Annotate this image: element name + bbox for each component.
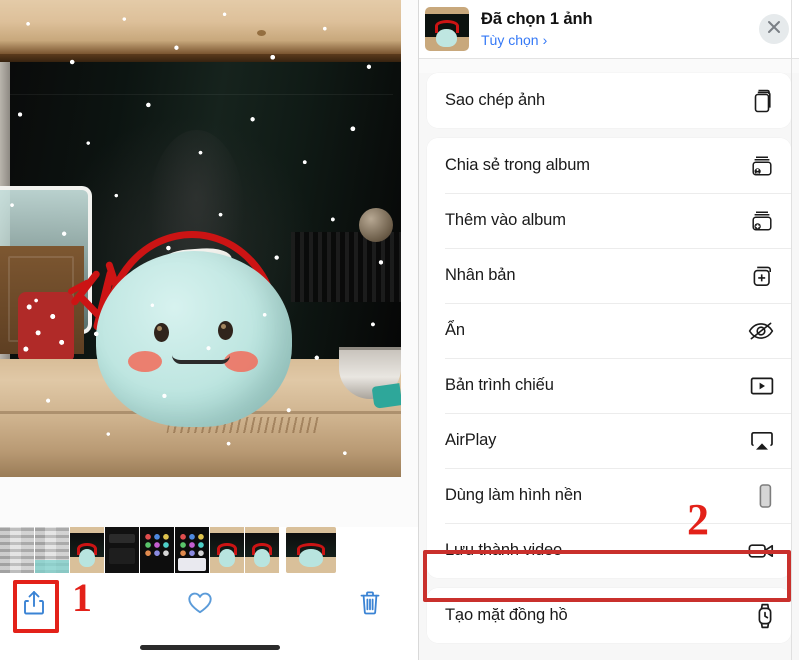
trash-icon — [359, 590, 381, 621]
heart-icon — [187, 591, 213, 620]
sheet-title-group: Đã chọn 1 ảnh Tùy chọn › — [481, 10, 759, 48]
menu-item-use-as-wallpaper[interactable]: Dùng làm hình nền — [427, 468, 791, 523]
share-icon — [22, 589, 46, 622]
plush-toy — [96, 251, 292, 427]
wallpaper-phone-icon — [745, 482, 775, 510]
list-item[interactable] — [175, 527, 209, 573]
photo-toolbar — [0, 575, 419, 660]
screen-root: 1 Đã chọn 1 ảnh Tùy chọn › Sao chép ảnh … — [0, 0, 799, 660]
plush-eye-left — [154, 323, 169, 342]
list-item-selected[interactable] — [286, 527, 336, 573]
menu-item-label: Sao chép ảnh — [445, 91, 546, 109]
right-edge-divider — [791, 0, 792, 660]
sheet-title: Đã chọn 1 ảnh — [481, 10, 593, 28]
list-item[interactable] — [210, 527, 244, 573]
copy-icon — [745, 88, 775, 114]
share-sheet-body[interactable]: Sao chép ảnh Chia sẻ trong album Thêm và… — [419, 73, 799, 660]
teal-object — [371, 383, 401, 409]
menu-item-share-in-album[interactable]: Chia sẻ trong album — [427, 138, 791, 193]
options-label: Tùy chọn — [481, 32, 539, 48]
menu-item-label: Tạo mặt đồng hồ — [445, 606, 568, 624]
list-item[interactable] — [35, 527, 69, 573]
share-button[interactable] — [12, 583, 56, 627]
background-knob — [359, 208, 393, 242]
menu-item-label: Bản trình chiếu — [445, 376, 554, 394]
menu-item-label: Ẩn — [445, 321, 465, 339]
chevron-right-icon: › — [542, 32, 548, 48]
annotation-step-1: 1 — [72, 575, 92, 620]
selected-photo-thumbnail[interactable] — [425, 7, 469, 51]
options-link[interactable]: Tùy chọn › — [481, 32, 759, 48]
plush-cheek-left — [128, 351, 162, 372]
menu-section-2: Chia sẻ trong album Thêm vào album Nhân … — [427, 138, 791, 578]
home-indicator — [139, 645, 280, 650]
menu-item-label: AirPlay — [445, 431, 497, 449]
menu-item-create-watch-face[interactable]: Tạo mặt đồng hồ — [427, 588, 791, 643]
background-grille — [291, 232, 401, 302]
menu-item-label: Thêm vào album — [445, 211, 566, 229]
photo-viewer-pane: 1 — [0, 0, 419, 660]
menu-item-label: Nhân bản — [445, 266, 516, 284]
list-item[interactable] — [245, 527, 279, 573]
airplay-icon — [745, 430, 775, 452]
duplicate-icon — [745, 264, 775, 288]
plush-mouth — [172, 355, 230, 364]
watch-face-icon — [745, 602, 775, 630]
list-item[interactable] — [70, 527, 104, 573]
photo-image[interactable] — [0, 0, 401, 477]
menu-section-3: Tạo mặt đồng hồ — [427, 588, 791, 643]
menu-item-label: Chia sẻ trong album — [445, 156, 590, 174]
menu-item-duplicate[interactable]: Nhân bản — [427, 248, 791, 303]
share-sheet-header: Đã chọn 1 ảnh Tùy chọn › — [419, 0, 799, 58]
list-item[interactable] — [0, 527, 34, 573]
glass-band — [8, 94, 393, 95]
menu-item-airplay[interactable]: AirPlay — [427, 413, 791, 468]
annotation-step-2: 2 — [687, 495, 709, 544]
share-sheet-pane: Đã chọn 1 ảnh Tùy chọn › Sao chép ảnh Ch… — [419, 0, 799, 660]
menu-item-save-as-video[interactable]: Lưu thành video — [427, 523, 791, 578]
close-icon — [767, 20, 781, 39]
menu-item-slideshow[interactable]: Bản trình chiếu — [427, 358, 791, 413]
favorite-button[interactable] — [178, 583, 222, 627]
close-button[interactable] — [759, 14, 789, 44]
wood-beam — [0, 0, 401, 54]
menu-item-add-to-album[interactable]: Thêm vào album — [427, 193, 791, 248]
save-video-icon — [745, 540, 775, 562]
menu-item-hide[interactable]: Ẩn — [427, 303, 791, 358]
red-patterned-cloth — [18, 292, 74, 360]
plush-eye-right — [218, 321, 233, 340]
add-to-album-icon — [745, 209, 775, 233]
shared-album-icon — [745, 154, 775, 178]
delete-button[interactable] — [348, 583, 392, 627]
list-item[interactable] — [140, 527, 174, 573]
hide-eye-icon — [745, 320, 775, 342]
list-item[interactable] — [105, 527, 139, 573]
header-divider — [419, 58, 799, 59]
menu-item-copy-photo[interactable]: Sao chép ảnh — [427, 73, 791, 128]
menu-section-1: Sao chép ảnh — [427, 73, 791, 128]
thumbnail-filmstrip[interactable] — [0, 527, 419, 575]
slideshow-icon — [745, 375, 775, 397]
